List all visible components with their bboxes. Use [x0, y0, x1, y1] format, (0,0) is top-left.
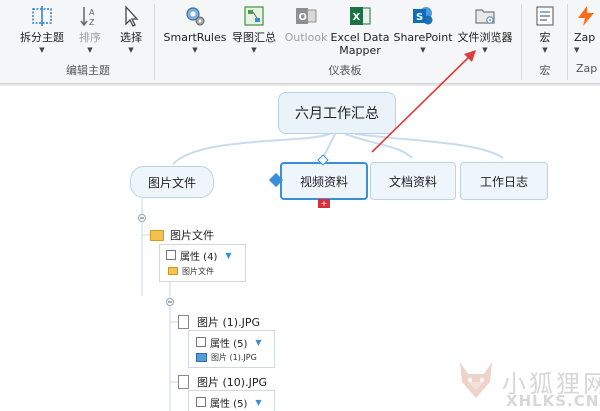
sharepoint-button[interactable]: S SharePoint ▼ — [393, 2, 453, 55]
properties-icon — [196, 397, 206, 407]
svg-text:X: X — [353, 12, 361, 23]
edit-topic-group-label: 编辑主题 — [66, 64, 110, 77]
zap-label: Zap — [574, 31, 596, 44]
map-summary-label: 导图汇总 — [232, 31, 276, 44]
svg-text:A: A — [89, 8, 95, 17]
expand-arrow-icon[interactable]: ▼ — [225, 251, 231, 260]
file-icon — [178, 375, 189, 389]
svg-text:Z: Z — [89, 18, 95, 27]
smartrules-label: SmartRules — [163, 31, 227, 44]
file-1-subitem[interactable]: 图片 (1).JPG — [196, 351, 257, 363]
topic-worklog[interactable]: 工作日志 — [460, 162, 548, 200]
outlook-label: Outlook — [284, 31, 328, 44]
map-summary-icon — [242, 4, 266, 28]
central-topic[interactable]: 六月工作汇总 — [278, 92, 396, 134]
connector-lines — [138, 133, 504, 411]
folder-item-label: 图片文件 — [170, 229, 214, 242]
chevron-down-icon: ▼ — [482, 46, 488, 54]
folder-subitem-label: 图片文件 — [182, 266, 214, 276]
svg-text:O: O — [299, 12, 308, 23]
file-10-properties-label: 属性 (5) — [210, 398, 248, 410]
add-subtopic-button[interactable]: + — [318, 199, 330, 208]
folder-properties-row[interactable]: 属性 (4) ▼ — [166, 248, 232, 263]
sort-label: 排序 — [79, 31, 101, 44]
macro-icon — [533, 4, 557, 28]
svg-text:S: S — [416, 12, 423, 23]
chevron-down-icon: ▼ — [420, 46, 426, 54]
dashboard-group-label: 仪表板 — [328, 64, 362, 77]
central-topic-label: 六月工作汇总 — [295, 106, 379, 122]
split-topic-icon — [30, 4, 54, 28]
file-1-properties-row[interactable]: 属性 (5) ▼ — [196, 335, 262, 350]
smartrules-icon — [183, 4, 207, 28]
topic-pictures-label: 图片文件 — [147, 175, 196, 190]
sort-icon: A Z — [78, 4, 102, 28]
excel-data-mapper-button[interactable]: X Excel Data Mapper — [330, 2, 390, 57]
topic-worklog-label: 工作日志 — [479, 174, 528, 189]
excel-label-line1: Excel Data — [330, 31, 390, 44]
topic-docs[interactable]: 文档资料 — [370, 162, 456, 200]
chevron-down-icon: ▼ — [251, 46, 257, 54]
macro-button[interactable]: 宏 ▼ — [529, 2, 561, 55]
zap-icon — [574, 4, 598, 28]
outlook-button[interactable]: O Outlook — [283, 2, 329, 44]
group-separator — [154, 4, 155, 80]
folder-properties-label: 属性 (4) — [180, 251, 218, 263]
fox-logo-watermark — [460, 362, 492, 398]
file-1-properties-label: 属性 (5) — [210, 338, 248, 350]
file-1-subitem-label: 图片 (1).JPG — [211, 352, 257, 362]
group-separator — [521, 4, 522, 80]
topic-video-label: 视频资料 — [299, 174, 348, 189]
file-browser-label: 文件浏览器 — [457, 31, 513, 44]
file-browser-button[interactable]: 文件浏览器 ▼ — [456, 2, 514, 55]
properties-icon — [196, 337, 206, 347]
file-item-1-label: 图片 (1).JPG — [197, 316, 260, 329]
file-item-1[interactable]: 图片 (1).JPG — [178, 314, 260, 330]
chevron-down-icon: ▼ — [542, 46, 548, 54]
folder-icon — [150, 229, 164, 241]
folder-icon — [168, 267, 178, 275]
file-10-properties-row[interactable]: 属性 (5) ▼ — [196, 395, 262, 410]
properties-icon — [166, 250, 176, 260]
chevron-down-icon: ▼ — [128, 46, 134, 54]
ribbon: 拆分主题 ▼ A Z 排序 ▼ 选择 ▼ 编辑主题 SmartRules ▼ 导… — [0, 0, 600, 84]
select-label: 选择 — [120, 31, 142, 44]
folder-gear-icon — [473, 4, 497, 28]
topic-pictures[interactable]: 图片文件 — [130, 166, 214, 198]
zap-group-label: Zap — [576, 62, 598, 75]
select-button[interactable]: 选择 ▼ — [114, 2, 148, 55]
expand-arrow-icon[interactable]: ▼ — [255, 398, 261, 407]
topic-docs-label: 文档资料 — [388, 174, 437, 189]
map-summary-button[interactable]: 导图汇总 ▼ — [230, 2, 278, 55]
file-icon — [178, 315, 189, 329]
macro-group-label: 宏 — [539, 64, 551, 77]
mind-map-canvas[interactable]: 六月工作汇总 图片文件 视频资料 + 文档资料 工作日志 图片文件 属性 (4)… — [0, 50, 600, 411]
file-item-10[interactable]: 图片 (10).JPG — [178, 374, 267, 390]
sharepoint-label: SharePoint — [393, 31, 453, 44]
zap-button[interactable]: Zap ▼ — [574, 2, 600, 55]
sharepoint-icon: S — [411, 4, 435, 28]
outlook-icon: O — [294, 4, 318, 28]
sort-button[interactable]: A Z 排序 ▼ — [74, 2, 106, 55]
folder-item[interactable]: 图片文件 — [150, 227, 214, 243]
chevron-down-icon: ▼ — [39, 46, 45, 54]
image-icon — [196, 352, 207, 362]
file-item-10-label: 图片 (10).JPG — [197, 376, 267, 389]
expand-arrow-icon[interactable]: ▼ — [255, 338, 261, 347]
split-topic-button[interactable]: 拆分主题 ▼ — [18, 2, 66, 55]
chevron-down-icon: ▼ — [574, 46, 580, 54]
smartrules-button[interactable]: SmartRules ▼ — [164, 2, 226, 55]
group-separator — [567, 4, 568, 80]
excel-label-line2: Mapper — [339, 44, 381, 57]
folder-subitem[interactable]: 图片文件 — [168, 265, 214, 277]
cursor-icon — [119, 4, 143, 28]
macro-label: 宏 — [539, 31, 551, 44]
split-topic-label: 拆分主题 — [20, 31, 64, 44]
chevron-down-icon: ▼ — [192, 46, 198, 54]
watermark-text-en: XHLKS.CN — [506, 392, 600, 410]
excel-icon: X — [348, 4, 372, 28]
chevron-down-icon: ▼ — [87, 46, 93, 54]
topic-video-selected[interactable]: 视频资料 — [280, 162, 368, 200]
